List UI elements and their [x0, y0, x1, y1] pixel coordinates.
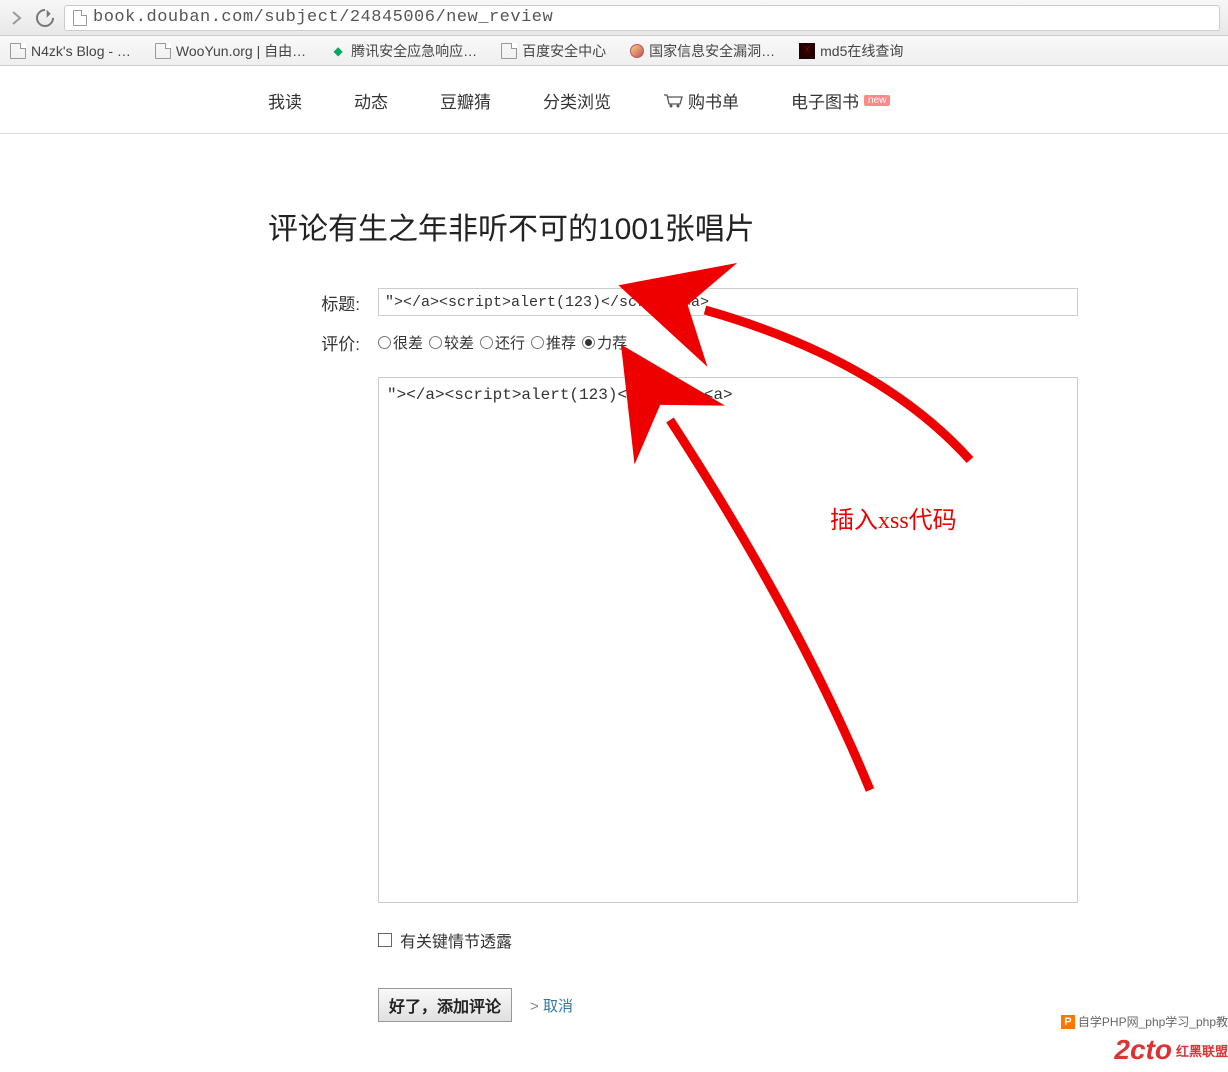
watermark-php-text: 自学PHP网_php学习_php教 [1078, 1013, 1228, 1030]
page-icon [10, 43, 26, 59]
cart-icon [663, 94, 683, 108]
content-textarea[interactable] [378, 377, 1078, 903]
bookmark-label: 百度安全中心 [522, 41, 606, 61]
forward-button[interactable] [8, 9, 26, 27]
site-nav: 我读 动态 豆瓣猜 分类浏览 购书单 电子图书 new [0, 66, 1228, 134]
radio-icon [429, 336, 442, 349]
dark-icon: X [799, 43, 815, 59]
bookmark-item[interactable]: X md5在线查询 [799, 41, 903, 61]
nav-cart-label: 购书单 [688, 88, 739, 113]
watermark-brand-text: 2cto [1114, 1034, 1172, 1066]
bookmark-label: 国家信息安全漏洞… [649, 41, 775, 61]
title-input[interactable] [378, 288, 1078, 316]
radio-icon-checked [582, 336, 595, 349]
reload-button[interactable] [36, 9, 54, 27]
page-title: 评论有生之年非听不可的1001张唱片 [268, 204, 1228, 248]
page-icon [501, 43, 517, 59]
title-label: 标题: [268, 290, 378, 315]
bookmark-label: md5在线查询 [820, 41, 903, 61]
php-icon: P [1061, 1015, 1075, 1029]
rating-option-2[interactable]: 较差 [429, 332, 474, 353]
submit-row: 好了，添加评论 取消 [378, 988, 1078, 1022]
radio-icon [480, 336, 493, 349]
spoiler-row[interactable]: 有关键情节透露 [378, 928, 1078, 952]
address-bar[interactable]: book.douban.com/subject/24845006/new_rev… [64, 5, 1220, 31]
rating-option-1[interactable]: 很差 [378, 332, 423, 353]
nav-browse[interactable]: 分类浏览 [543, 88, 611, 113]
rating-row: 评价: 很差 较差 还行 推荐 力荐 [268, 330, 1228, 355]
rating-option-5[interactable]: 力荐 [582, 332, 627, 353]
bookmark-item[interactable]: N4zk's Blog - … [10, 43, 131, 59]
url-text: book.douban.com/subject/24845006/new_rev… [93, 8, 553, 27]
rating-label: 评价: [268, 330, 378, 355]
bookmark-label: WooYun.org | 自由… [176, 41, 306, 61]
bookmark-item[interactable]: ◆ 腾讯安全应急响应… [330, 41, 477, 61]
nav-ebook[interactable]: 电子图书 new [791, 88, 890, 113]
bookmark-item[interactable]: 百度安全中心 [501, 41, 606, 61]
bookmark-item[interactable]: 国家信息安全漏洞… [630, 41, 775, 61]
checkbox-icon [378, 933, 392, 947]
nav-my-reads[interactable]: 我读 [268, 88, 302, 113]
watermark-php: P 自学PHP网_php学习_php教 [1061, 1013, 1228, 1030]
title-row: 标题: [268, 288, 1228, 316]
rating-group: 很差 较差 还行 推荐 力荐 [378, 332, 627, 353]
reload-icon [32, 5, 57, 30]
radio-icon [531, 336, 544, 349]
page-icon [73, 10, 87, 26]
nav-ebook-label: 电子图书 [791, 88, 859, 113]
content-area: 有关键情节透露 好了，添加评论 取消 [378, 369, 1078, 1022]
bookmarks-bar: N4zk's Blog - … WooYun.org | 自由… ◆ 腾讯安全应… [0, 36, 1228, 66]
nav-activity[interactable]: 动态 [354, 88, 388, 113]
new-badge: new [864, 95, 890, 106]
main-content: 评论有生之年非听不可的1001张唱片 标题: 评价: 很差 较差 还行 推荐 力… [0, 134, 1228, 1022]
submit-button[interactable]: 好了，添加评论 [378, 988, 512, 1022]
bookmark-label: N4zk's Blog - … [31, 43, 131, 59]
nav-cart[interactable]: 购书单 [663, 88, 739, 113]
annotation-text: 插入xss代码 [830, 500, 957, 535]
cancel-link[interactable]: 取消 [530, 995, 573, 1016]
rating-option-3[interactable]: 还行 [480, 332, 525, 353]
watermark-brand: 2cto 红黑联盟 [1114, 1034, 1228, 1066]
bookmark-label: 腾讯安全应急响应… [351, 41, 477, 61]
nav-guess[interactable]: 豆瓣猜 [440, 88, 491, 113]
bookmark-item[interactable]: WooYun.org | 自由… [155, 41, 306, 61]
globe-icon [630, 44, 644, 58]
browser-toolbar: book.douban.com/subject/24845006/new_rev… [0, 0, 1228, 36]
page-icon [155, 43, 171, 59]
spoiler-label: 有关键情节透露 [400, 928, 512, 952]
watermark-brand-sub: 红黑联盟 [1176, 1041, 1228, 1060]
radio-icon [378, 336, 391, 349]
shield-icon: ◆ [330, 43, 346, 59]
rating-option-4[interactable]: 推荐 [531, 332, 576, 353]
